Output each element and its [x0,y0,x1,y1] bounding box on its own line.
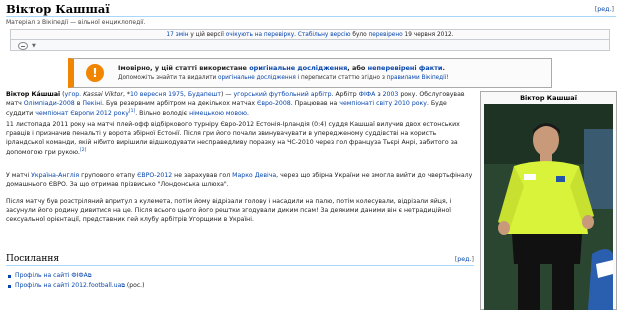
referee-link[interactable]: угорський футбольний арбітр [233,91,331,98]
notice-text-part: Допоможіть знайти та видалити [118,75,219,82]
german-language-link[interactable]: німецькою мовою [189,110,247,117]
native-name: Kassai Viktor [83,91,123,98]
ukraine-england-paragraph: У матчі Україна-Англія групового етапу Є… [6,172,474,189]
birthdate-link[interactable]: 10 вересня [130,91,166,98]
section-edit-link[interactable]: [ред.] [455,255,474,264]
page-subtitle: Матеріал з Вікіпедії — вільної енциклопе… [6,19,146,26]
body-text: не зарахував гол [172,172,233,180]
fifa-link[interactable]: ФІФА [359,91,376,98]
section-edit-label[interactable]: ред. [457,256,471,263]
page-title: Віктор Кашшаї [6,2,110,16]
links-section-heading: Посилання [ред.] [6,253,474,266]
fifa-profile-link[interactable]: Профіль на сайті ФІФА [15,272,88,279]
flagged-text-4: 19 червня 2012. [402,32,454,38]
body-text: . [246,110,249,118]
external-links-list: Профіль на сайті ФІФА⧉ Профіль на сайті … [6,271,474,291]
infobox: Віктор Кашшаї [480,91,617,310]
referee-photo-image [484,104,613,310]
reviewed-link[interactable]: перевірено [368,32,402,38]
infobox-title: Віктор Кашшаї [520,94,577,102]
title-row: Віктор Кашшаї [ред.] [6,1,616,17]
original-research-link[interactable]: оригінальне дослідження [249,64,347,72]
world-cup-2010-link[interactable]: чемпіонаті світу 2010 року [339,100,427,107]
olympics-2008-link[interactable]: Олімпіади-2008 [24,100,75,107]
hungarian-link[interactable]: угор. [65,91,82,98]
flagged-revisions-notice: 17 змін у цій версії очікують на перевір… [10,29,610,39]
intro-paragraph: Віктор Ка́шшаї (угор. Kassai Viktor, *10… [6,91,474,119]
body-text: . Арбітр [331,91,359,98]
euro-2012-link[interactable]: ЄВРО-2012 [137,172,172,179]
body-text: У матчі [6,172,32,180]
original-research-notice: ! Імовірно, у цій статті використане ори… [68,58,552,88]
subject-name: Віктор Ка́шшаї [6,91,61,98]
body-text: . Був резервним арбітром на декількох ма… [102,99,258,107]
notice-text-part: Імовірно, у цій статті використане [118,64,250,72]
edit-link-label[interactable]: ред. [597,6,611,13]
estonia-ireland-paragraph: 11 листопада 2011 року на матчі плей-офф… [6,121,476,158]
external-link-icon: ⧉ [87,273,92,279]
article-body: Віктор Ка́шшаї (угор. Kassai Viktor, *10… [6,91,474,225]
body-text: . Працював на [290,99,340,107]
beijing-link[interactable]: Пекіні [82,100,102,107]
referee-photo[interactable] [484,104,613,310]
link-suffix: (рос.) [124,282,145,289]
budapest-link[interactable]: Будапешт [188,91,221,98]
notice-text-part: , або [347,64,368,72]
awaiting-review-link[interactable]: очікують на перевірку [226,32,294,38]
section-title: Посилання [6,254,60,264]
body-text: Після матчу був розстріляний впритул з к… [6,198,452,223]
marko-devic-link[interactable]: Марко Девіча [232,172,276,179]
body-text: 11 листопада 2011 року на матчі плей-офф… [6,121,460,157]
notice-line-2: Допоможіть знайти та видалити оригінальн… [118,74,548,82]
notice-text-part: . [442,64,445,72]
body-text: ) — [220,91,234,98]
edit-link-top[interactable]: [ред.] [595,5,614,14]
body-text: з [375,91,383,98]
unverified-facts-link[interactable]: неперевірені факти [368,64,443,72]
original-research-link-2[interactable]: оригінальне дослідження [218,75,296,81]
pending-changes-link[interactable]: 17 змін [166,32,188,38]
caret-down-icon[interactable]: ▼ [32,42,36,50]
reference-2[interactable]: [2] [80,148,86,153]
flagged-text-1: у цій версії [188,32,226,38]
euro-2008-link[interactable]: Євро-2008 [257,100,291,107]
ukraine-england-link[interactable]: Україна-Англія [31,172,79,179]
flagged-text-3: було [350,32,369,38]
birthyear-link[interactable]: 1975 [168,91,184,98]
list-item: Профіль на сайті 2012.football.ua⧉ (рос.… [6,281,474,291]
body-text: групового етапу [79,172,138,180]
list-item: Профіль на сайті ФІФА⧉ [6,271,474,281]
notice-text-part: і переписати статтю згідно з [295,75,387,82]
collapse-toggle-icon[interactable] [18,42,28,50]
wikipedia-rules-link[interactable]: правилами Вікіпедії [387,75,447,81]
body-text: , * [122,91,130,98]
warning-icon: ! [86,64,104,82]
after-match-paragraph: Після матчу був розстріляний впритул з к… [6,198,474,224]
body-text: . Вільно володіє [135,110,190,118]
stable-version-link[interactable]: Стабільну версію [298,32,351,38]
article-page: Віктор Кашшаї [ред.] Матеріал з Вікіпеді… [0,0,620,310]
year-2003-link[interactable]: 2003 [383,91,399,98]
euro-2012-championship-link[interactable]: чемпіонат Європи 2012 року [35,110,129,117]
notice-text-part: ! [446,75,449,82]
football-ua-profile-link[interactable]: Профіль на сайті 2012.football.ua [15,282,121,289]
notice-line-1: Імовірно, у цій статті використане оригі… [118,64,548,73]
notice-text: Імовірно, у цій статті використане оригі… [118,64,548,83]
revision-toggle-bar: ▼ [10,39,610,51]
